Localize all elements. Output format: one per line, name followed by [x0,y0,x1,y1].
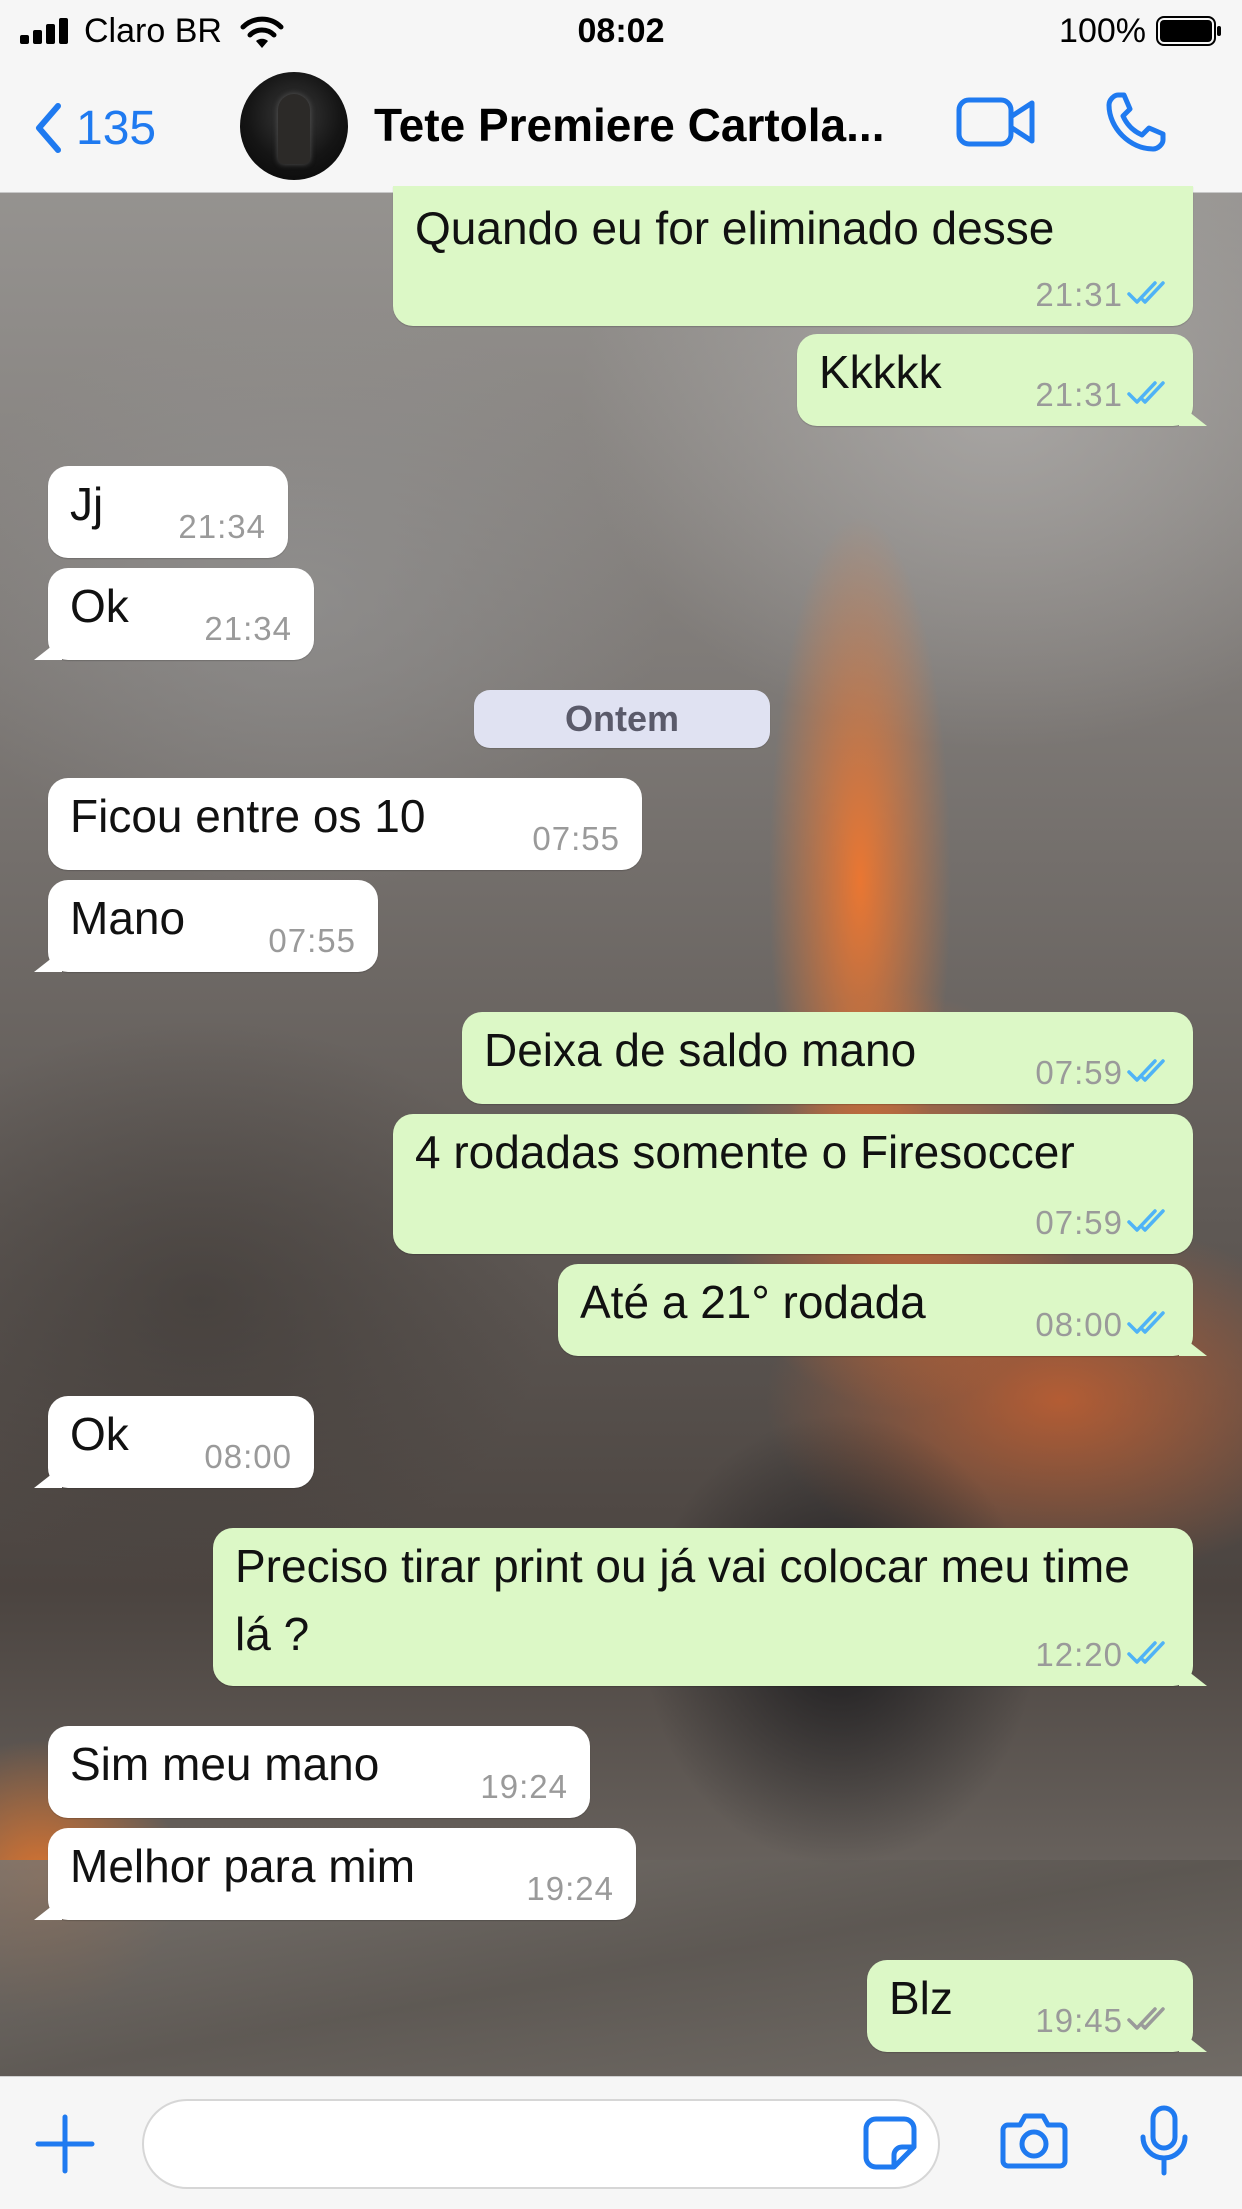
message-incoming[interactable]: Melhor para mim 19:24 [34,1828,636,1920]
message-time: 08:00 [204,1438,292,1475]
message-outgoing[interactable]: Preciso tirar print ou já vai colocar me… [213,1528,1207,1686]
phone-icon[interactable] [1104,90,1168,154]
message-time: 12:20 [1035,1636,1123,1673]
message-incoming[interactable]: Ok 21:34 [34,568,314,660]
message-time: 19:45 [1035,2002,1123,2039]
date-divider: Ontem [474,690,770,748]
message-text: Ok [70,1408,129,1460]
chat-header: 135 Tete Premiere Cartola... [0,66,1242,193]
message-text: Preciso tirar print ou já vai colocar me… [235,1540,1130,1660]
message-composer [0,2076,1242,2209]
message-text: Quando eu for eliminado desse [415,202,1055,254]
read-receipt-icon [1127,1209,1165,1232]
delivered-receipt-icon [1127,2007,1165,2030]
video-call-icon[interactable] [956,94,1036,150]
battery-icon [1156,16,1221,46]
read-receipt-icon [1127,281,1165,304]
message-outgoing[interactable]: Kkkkk 21:31 [797,334,1207,426]
message-text: Melhor para mim [70,1840,416,1892]
message-outgoing[interactable]: Deixa de saldo mano 07:59 [462,1012,1193,1104]
message-time: 07:59 [1035,1054,1123,1091]
chevron-left-icon [36,103,61,153]
avatar[interactable] [240,72,348,180]
message-text: Kkkkk [819,346,942,398]
message-time: 21:31 [1035,376,1123,413]
message-time: 08:00 [1035,1306,1123,1343]
message-incoming[interactable]: Ficou entre os 10 07:55 [48,778,642,870]
message-time: 21:34 [204,610,292,647]
message-text: Ficou entre os 10 [70,790,426,842]
message-text: 4 rodadas somente o Firesoccer [415,1126,1075,1178]
message-text: Mano [70,892,186,944]
read-receipt-icon [1127,381,1165,404]
message-time: 07:55 [532,820,620,857]
read-receipt-icon [1127,1641,1165,1664]
message-text: Deixa de saldo mano [484,1024,917,1076]
message-input[interactable] [142,2099,940,2189]
message-outgoing[interactable]: Até a 21° rodada 08:00 [558,1264,1207,1356]
clock: 08:02 [577,12,665,50]
message-text: Sim meu mano [70,1738,380,1790]
microphone-icon[interactable] [1138,2105,1190,2177]
message-time: 19:24 [526,1870,614,1907]
message-incoming[interactable]: Sim meu mano 19:24 [48,1726,590,1818]
message-text: Ok [70,580,129,632]
avatar-person-icon [278,94,310,164]
message-text: Blz [889,1972,953,2024]
message-time: 21:34 [178,508,266,545]
message-incoming[interactable]: Ok 08:00 [34,1396,314,1488]
battery-percentage: 100% [1059,12,1146,50]
read-receipt-icon [1127,1311,1165,1334]
status-bar: Claro BR 08:02 100% [0,0,1242,66]
plus-icon[interactable] [34,2113,96,2175]
message-outgoing[interactable]: Blz 19:45 [867,1960,1207,2052]
message-text: Até a 21° rodada [580,1276,926,1328]
unread-count: 135 [76,101,157,155]
read-receipt-icon [1127,1059,1165,1082]
message-outgoing[interactable]: 4 rodadas somente o Firesoccer 07:59 [393,1114,1193,1254]
message-incoming[interactable]: Mano 07:55 [34,880,378,972]
message-time: 21:31 [1035,276,1123,313]
message-time: 07:59 [1035,1204,1123,1241]
message-time: 07:55 [268,922,356,959]
camera-icon[interactable] [1000,2111,1068,2169]
message-incoming[interactable]: Jj 21:34 [48,466,288,558]
message-time: 19:24 [480,1768,568,1805]
message-text: Jj [70,478,104,530]
sticker-icon[interactable] [862,2115,918,2171]
message-outgoing[interactable]: Quando eu for eliminado desse 21:31 [393,186,1193,326]
chat-title[interactable]: Tete Premiere Cartola... [374,98,914,152]
back-button[interactable]: 135 [34,88,156,168]
